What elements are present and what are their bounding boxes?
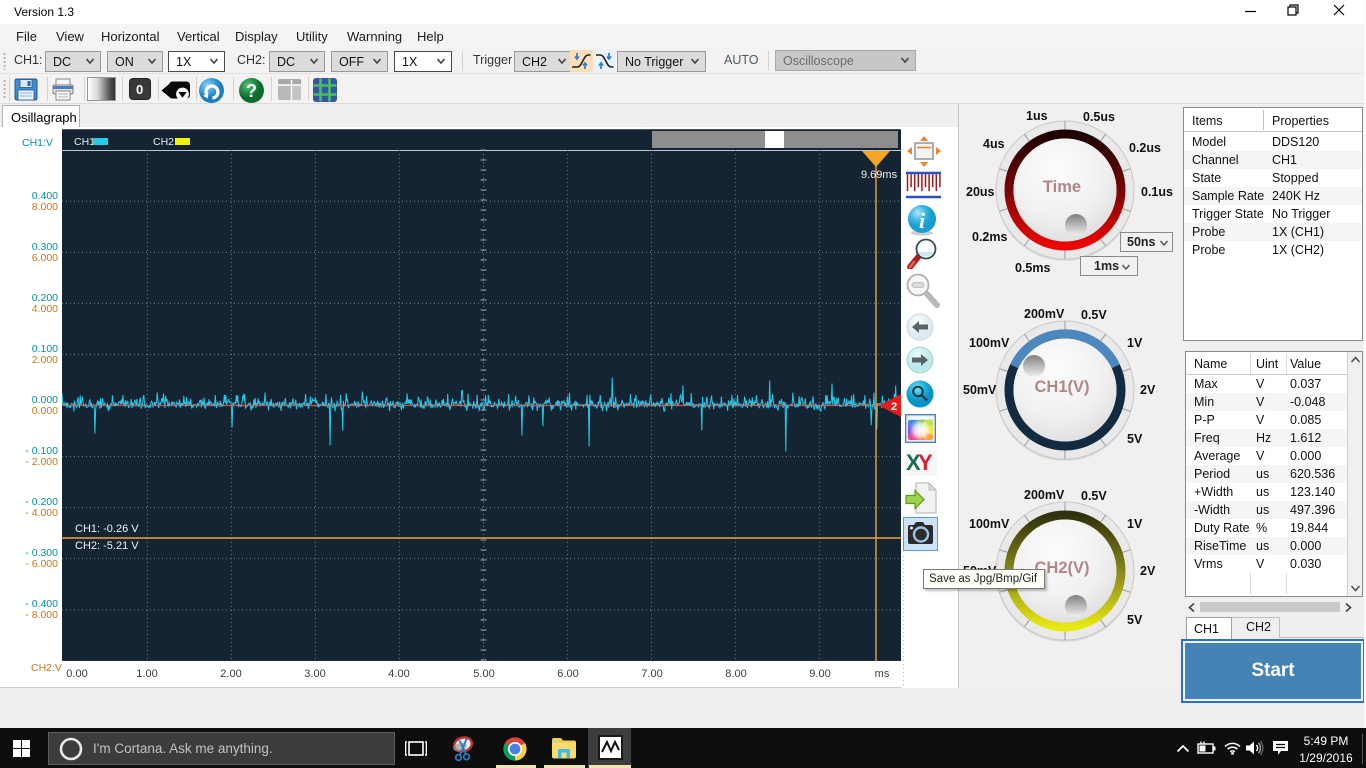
svg-text:CH2: -5.21 V: CH2: -5.21 V [75, 540, 139, 552]
svg-text:?: ? [246, 81, 257, 101]
svg-text:CH2: CH2 [153, 136, 174, 148]
svg-text:CH1(V): CH1(V) [1034, 378, 1089, 396]
svg-text:Time: Time [1043, 178, 1081, 196]
svg-text:i: i [919, 208, 926, 233]
svg-text:CH1: -0.26 V: CH1: -0.26 V [75, 523, 139, 535]
svg-text:2: 2 [891, 401, 897, 413]
svg-text:CH1: CH1 [74, 136, 95, 148]
svg-text:9.69ms: 9.69ms [861, 169, 898, 181]
